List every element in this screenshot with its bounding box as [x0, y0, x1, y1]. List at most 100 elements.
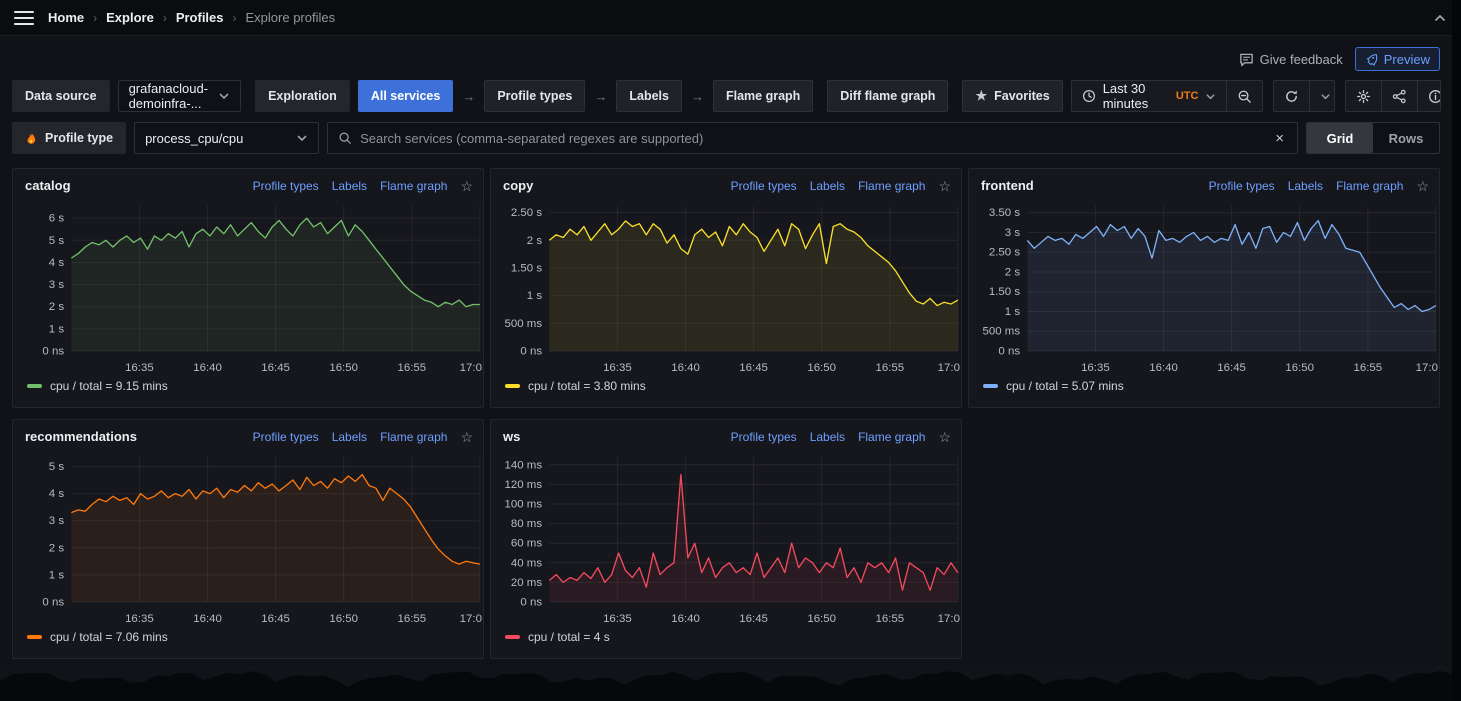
- breadcrumb-home[interactable]: Home: [48, 10, 84, 25]
- zoom-out-button[interactable]: [1226, 81, 1262, 111]
- favorite-star-icon[interactable]: ☆: [460, 179, 473, 193]
- panel-link-flame-graph[interactable]: Flame graph: [380, 179, 447, 193]
- preview-button[interactable]: Preview: [1355, 47, 1440, 71]
- svg-text:1 s: 1 s: [49, 570, 65, 582]
- svg-text:16:50: 16:50: [329, 362, 358, 374]
- step-labels[interactable]: Labels: [616, 80, 682, 112]
- menu-icon[interactable]: [14, 11, 34, 25]
- refresh-button[interactable]: [1274, 81, 1309, 111]
- svg-text:2 s: 2 s: [49, 301, 65, 313]
- arrow-right-icon: →: [461, 89, 476, 104]
- refresh-interval-dropdown[interactable]: [1309, 81, 1334, 111]
- legend-swatch[interactable]: [505, 635, 520, 639]
- legend-label[interactable]: cpu / total = 4 s: [528, 630, 610, 644]
- panel-link-flame-graph[interactable]: Flame graph: [1336, 179, 1403, 193]
- data-source-select[interactable]: grafanacloud-demoinfra-...: [118, 80, 242, 112]
- panel-link-profile-types[interactable]: Profile types: [253, 179, 319, 193]
- scrollbar[interactable]: [1452, 0, 1461, 701]
- svg-text:1 s: 1 s: [527, 290, 543, 302]
- time-range-picker[interactable]: Last 30 minutes UTC: [1072, 81, 1227, 111]
- settings-button[interactable]: [1346, 81, 1381, 111]
- profile-type-select[interactable]: process_cpu/cpu: [134, 122, 319, 154]
- breadcrumb-profiles[interactable]: Profiles: [176, 10, 224, 25]
- legend-label[interactable]: cpu / total = 9.15 mins: [50, 379, 168, 393]
- panel-link-flame-graph[interactable]: Flame graph: [380, 430, 447, 444]
- svg-text:2 s: 2 s: [1005, 267, 1021, 279]
- legend-label[interactable]: cpu / total = 3.80 mins: [528, 379, 646, 393]
- chevron-up-icon[interactable]: [1433, 11, 1447, 25]
- favorite-star-icon[interactable]: ☆: [1416, 179, 1429, 193]
- svg-text:16:50: 16:50: [329, 613, 358, 625]
- svg-text:17:0: 17:0: [938, 362, 960, 374]
- filter-toolbar: Data source grafanacloud-demoinfra-... E…: [12, 80, 1440, 112]
- legend-swatch[interactable]: [27, 384, 42, 388]
- panel-link-labels[interactable]: Labels: [810, 430, 845, 444]
- panel-recommendations: recommendations Profile types Labels Fla…: [12, 419, 484, 659]
- diff-flame-graph-button[interactable]: Diff flame graph: [827, 80, 948, 112]
- svg-text:16:40: 16:40: [1149, 362, 1178, 374]
- panel-link-profile-types[interactable]: Profile types: [253, 430, 319, 444]
- panel-link-flame-graph[interactable]: Flame graph: [858, 179, 925, 193]
- panel-title: recommendations: [25, 429, 137, 444]
- search-icon: [338, 131, 352, 145]
- legend-label[interactable]: cpu / total = 5.07 mins: [1006, 379, 1124, 393]
- svg-text:500 ms: 500 ms: [505, 318, 543, 330]
- legend-swatch[interactable]: [505, 384, 520, 388]
- share-button[interactable]: [1381, 81, 1417, 111]
- star-icon: ★: [975, 88, 987, 104]
- panel-link-profile-types[interactable]: Profile types: [731, 430, 797, 444]
- flame-icon: [25, 131, 38, 146]
- svg-text:5 s: 5 s: [49, 461, 65, 473]
- panel-link-profile-types[interactable]: Profile types: [1209, 179, 1275, 193]
- legend-swatch[interactable]: [983, 384, 998, 388]
- panel-link-profile-types[interactable]: Profile types: [731, 179, 797, 193]
- panel-link-labels[interactable]: Labels: [810, 179, 845, 193]
- svg-text:17:0: 17:0: [1416, 362, 1438, 374]
- svg-text:16:45: 16:45: [261, 362, 290, 374]
- step-profile-types[interactable]: Profile types: [484, 80, 585, 112]
- svg-text:16:40: 16:40: [193, 613, 222, 625]
- panel-link-flame-graph[interactable]: Flame graph: [858, 430, 925, 444]
- svg-text:4 s: 4 s: [49, 488, 65, 500]
- svg-text:6 s: 6 s: [49, 213, 65, 225]
- panel-link-labels[interactable]: Labels: [1288, 179, 1323, 193]
- svg-text:16:35: 16:35: [603, 362, 632, 374]
- comment-icon: [1239, 52, 1254, 67]
- timeseries-chart[interactable]: 0 ns1 s2 s3 s4 s5 s6 s16:3516:4016:4516:…: [13, 197, 483, 377]
- search-services-input[interactable]: [360, 131, 1264, 146]
- share-icon: [1392, 89, 1407, 104]
- legend-swatch[interactable]: [27, 635, 42, 639]
- step-flame-graph[interactable]: Flame graph: [713, 80, 813, 112]
- info-button[interactable]: [1417, 81, 1441, 111]
- layout-grid-button[interactable]: Grid: [1307, 123, 1373, 153]
- svg-text:16:35: 16:35: [603, 613, 632, 625]
- svg-text:0 ns: 0 ns: [520, 597, 542, 609]
- clear-search-icon[interactable]: ×: [1272, 130, 1287, 147]
- svg-text:120 ms: 120 ms: [505, 479, 543, 491]
- favorite-star-icon[interactable]: ☆: [460, 430, 473, 444]
- svg-text:3.50 s: 3.50 s: [989, 207, 1021, 219]
- step-all-services[interactable]: All services: [358, 80, 454, 112]
- favorite-star-icon[interactable]: ☆: [938, 179, 951, 193]
- search-services-box: ×: [327, 122, 1298, 154]
- timeseries-chart[interactable]: 0 ns500 ms1 s1.50 s2 s2.50 s3 s3.50 s16:…: [969, 197, 1439, 377]
- panel-link-labels[interactable]: Labels: [332, 179, 367, 193]
- breadcrumb-separator: ›: [163, 11, 167, 25]
- svg-text:40 ms: 40 ms: [511, 557, 543, 569]
- svg-text:16:55: 16:55: [397, 613, 426, 625]
- svg-text:0 ns: 0 ns: [998, 346, 1020, 358]
- legend-label[interactable]: cpu / total = 7.06 mins: [50, 630, 168, 644]
- svg-text:16:35: 16:35: [1081, 362, 1110, 374]
- breadcrumb-explore[interactable]: Explore: [106, 10, 154, 25]
- timeseries-chart[interactable]: 0 ns1 s2 s3 s4 s5 s16:3516:4016:4516:501…: [13, 448, 483, 628]
- favorites-button[interactable]: ★ Favorites: [962, 80, 1062, 112]
- svg-text:60 ms: 60 ms: [511, 538, 543, 550]
- timeseries-chart[interactable]: 0 ns20 ms40 ms60 ms80 ms100 ms120 ms140 …: [491, 448, 961, 628]
- panel-link-labels[interactable]: Labels: [332, 430, 367, 444]
- give-feedback-link[interactable]: Give feedback: [1239, 52, 1343, 67]
- breadcrumb-separator: ›: [93, 11, 97, 25]
- layout-rows-button[interactable]: Rows: [1373, 123, 1439, 153]
- favorite-star-icon[interactable]: ☆: [938, 430, 951, 444]
- svg-text:0 ns: 0 ns: [520, 346, 542, 358]
- timeseries-chart[interactable]: 0 ns500 ms1 s1.50 s2 s2.50 s16:3516:4016…: [491, 197, 961, 377]
